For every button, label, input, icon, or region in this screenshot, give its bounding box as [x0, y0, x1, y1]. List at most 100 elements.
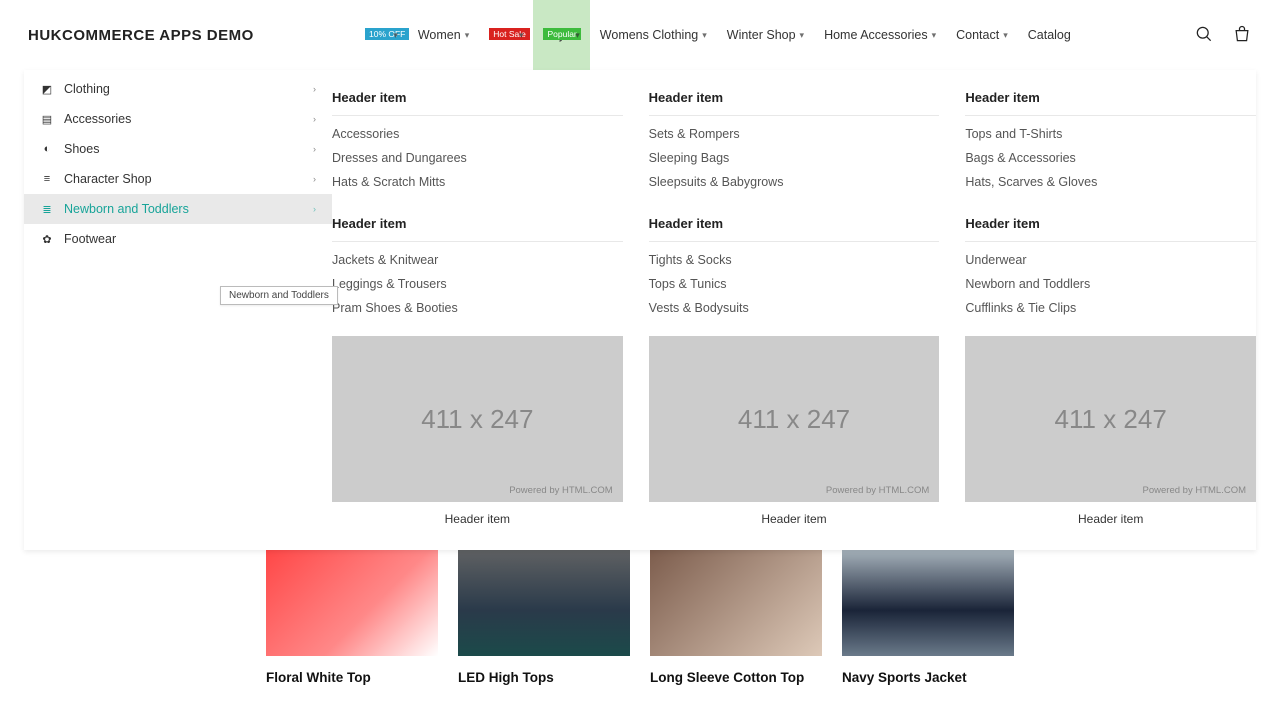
- image-caption: Header item: [332, 502, 623, 526]
- mega-link[interactable]: Leggings & Trousers: [332, 272, 623, 296]
- sidebar-item-accessories[interactable]: ▤ Accessories ›: [24, 104, 332, 134]
- chevron-down-icon: ▾: [1003, 30, 1008, 41]
- mega-link[interactable]: Sets & Rompers: [649, 122, 940, 146]
- sidebar-item-newborn-and-toddlers[interactable]: ≣Newborn and Toddlers›: [24, 194, 332, 224]
- nav-item-womens-clothing[interactable]: Womens Clothing ▾: [590, 0, 717, 70]
- sidebar-item-label: Shoes: [64, 142, 99, 156]
- sidebar-item-label: Footwear: [64, 232, 116, 246]
- mega-link[interactable]: Accessories: [332, 122, 623, 146]
- chevron-down-icon: ▾: [393, 30, 398, 41]
- chevron-right-icon: ›: [313, 84, 316, 94]
- sidebar-item-label: Character Shop: [64, 172, 152, 186]
- nav-label: Winter Shop: [727, 28, 796, 42]
- mega-link[interactable]: Newborn and Toddlers: [965, 272, 1256, 296]
- mega-section-header: Header item: [965, 210, 1256, 242]
- mega-menu: ◩ Clothing › ▤ Accessories › ◐ Shoes › ≡ Character…: [24, 70, 1256, 550]
- mega-section: Header item AccessoriesDresses and Dungar…: [332, 84, 623, 194]
- mega-link[interactable]: Sleeping Bags: [649, 146, 940, 170]
- mega-link[interactable]: Bags & Accessories: [965, 146, 1256, 170]
- chevron-down-icon: ▾: [800, 30, 805, 41]
- mega-section-header: Header item: [965, 84, 1256, 116]
- mega-link[interactable]: Vests & Bodysuits: [649, 296, 940, 320]
- sidebar-item-footwear[interactable]: ✿ Footwear: [24, 224, 332, 254]
- mega-link[interactable]: Underwear: [965, 248, 1256, 272]
- mega-link[interactable]: Tops and T-Shirts: [965, 122, 1256, 146]
- chevron-down-icon: ▾: [702, 30, 707, 41]
- sidebar-item-clothing[interactable]: ◩ Clothing ›: [24, 74, 332, 104]
- mega-column: Header item Sets & RompersSleeping BagsSl…: [649, 84, 940, 526]
- sidebar-item-shoes[interactable]: ◐ Shoes ›: [24, 134, 332, 164]
- nav-item-contact[interactable]: Contact▾: [946, 0, 1018, 70]
- sidebar-item-label: Newborn and Toddlers: [64, 202, 189, 216]
- placeholder-image[interactable]: 411 x 247 Powered by HTML.COM: [965, 336, 1256, 502]
- sidebar-item-character-shop[interactable]: ≡ Character Shop ›: [24, 164, 332, 194]
- person-icon: ◩: [40, 82, 54, 96]
- product-image[interactable]: [458, 542, 630, 656]
- nav-item-women[interactable]: Women ▾: [408, 0, 479, 70]
- contrast-icon: ◐: [40, 142, 54, 156]
- chevron-down-icon: ▾: [519, 30, 524, 41]
- sidebar-item-label: Accessories: [64, 112, 131, 126]
- card-icon: ▤: [40, 112, 54, 126]
- mega-link[interactable]: Hats & Scratch Mitts: [332, 170, 623, 194]
- placeholder-credit: Powered by HTML.COM: [509, 485, 612, 496]
- nav-item-men[interactable]: 10% OFFMen▾: [355, 0, 408, 70]
- mega-link[interactable]: Tops & Tunics: [649, 272, 940, 296]
- mega-section: Header item UnderwearNewborn and Toddlers…: [965, 210, 1256, 320]
- placeholder-credit: Powered by HTML.COM: [826, 485, 929, 496]
- mega-section: Header item Tights & SocksTops & TunicsVe…: [649, 210, 940, 320]
- product-image[interactable]: [266, 542, 438, 656]
- placeholder-image[interactable]: 411 x 247 Powered by HTML.COM: [332, 336, 623, 502]
- mega-link[interactable]: Pram Shoes & Booties: [332, 296, 623, 320]
- nav-label: Womens Clothing: [600, 28, 698, 42]
- mega-link[interactable]: Dresses and Dungarees: [332, 146, 623, 170]
- placeholder-dim: 411 x 247: [1055, 404, 1167, 435]
- mega-section-header: Header item: [332, 84, 623, 116]
- cart-icon[interactable]: [1232, 24, 1252, 47]
- placeholder-credit: Powered by HTML.COM: [1143, 485, 1246, 496]
- product-title: Long Sleeve Cotton Top: [650, 670, 822, 685]
- product-image[interactable]: [842, 542, 1014, 656]
- search-icon[interactable]: [1194, 24, 1214, 47]
- list-icon: ≣: [40, 202, 54, 216]
- nav-label: Catalog: [1028, 28, 1071, 42]
- chevron-right-icon: ›: [313, 114, 316, 124]
- mega-column: Header item AccessoriesDresses and Dungar…: [332, 84, 623, 526]
- mega-section-header: Header item: [649, 210, 940, 242]
- sidebar-item-label: Clothing: [64, 82, 110, 96]
- nav-item-home-accessories[interactable]: Home Accessories▾: [814, 0, 946, 70]
- nav-item-catalog[interactable]: Catalog: [1018, 0, 1081, 70]
- nav-badge: Hot Sale: [489, 28, 530, 40]
- tune-icon: ≡: [40, 172, 54, 186]
- mega-section-header: Header item: [649, 84, 940, 116]
- product-title: Navy Sports Jacket: [842, 670, 1014, 685]
- chevron-right-icon: ›: [313, 144, 316, 154]
- chevron-right-icon: ›: [313, 174, 316, 184]
- mega-link[interactable]: Tights & Socks: [649, 248, 940, 272]
- site-logo[interactable]: HUKCOMMERCE APPS DEMO: [28, 27, 254, 44]
- main-nav: 10% OFFMen▾Women▾Hot SaleGirls▾PopularBo…: [355, 0, 1081, 70]
- product-image[interactable]: [650, 542, 822, 656]
- nav-item-girls[interactable]: Hot SaleGirls▾: [479, 0, 533, 70]
- mega-link[interactable]: Hats, Scarves & Gloves: [965, 170, 1256, 194]
- chevron-down-icon: ▾: [575, 30, 580, 41]
- topbar: HUKCOMMERCE APPS DEMO 10% OFFMen▾Women▾H…: [0, 0, 1280, 70]
- mega-link[interactable]: Sleepsuits & Babygrows: [649, 170, 940, 194]
- tooltip: Newborn and Toddlers: [220, 286, 338, 305]
- image-caption: Header item: [649, 502, 940, 526]
- product-title: LED High Tops: [458, 670, 630, 685]
- chevron-down-icon: ▾: [465, 30, 470, 41]
- placeholder-dim: 411 x 247: [738, 404, 850, 435]
- nav-item-winter-shop[interactable]: Winter Shop ▾: [717, 0, 814, 70]
- product-title: Floral White Top: [266, 670, 438, 685]
- placeholder-image[interactable]: 411 x 247 Powered by HTML.COM: [649, 336, 940, 502]
- mega-link[interactable]: Cufflinks & Tie Clips: [965, 296, 1256, 320]
- placeholder-dim: 411 x 247: [421, 404, 533, 435]
- nav-label: Home Accessories: [824, 28, 928, 42]
- nav-item-boys[interactable]: PopularBoys▾: [533, 0, 589, 70]
- nav-label: Women: [418, 28, 461, 42]
- mega-link[interactable]: Jackets & Knitwear: [332, 248, 623, 272]
- mega-section: Header item Tops and T-ShirtsBags & Acces…: [965, 84, 1256, 194]
- tag-icon: ✿: [40, 232, 54, 246]
- nav-badge: 10% OFF: [365, 28, 409, 40]
